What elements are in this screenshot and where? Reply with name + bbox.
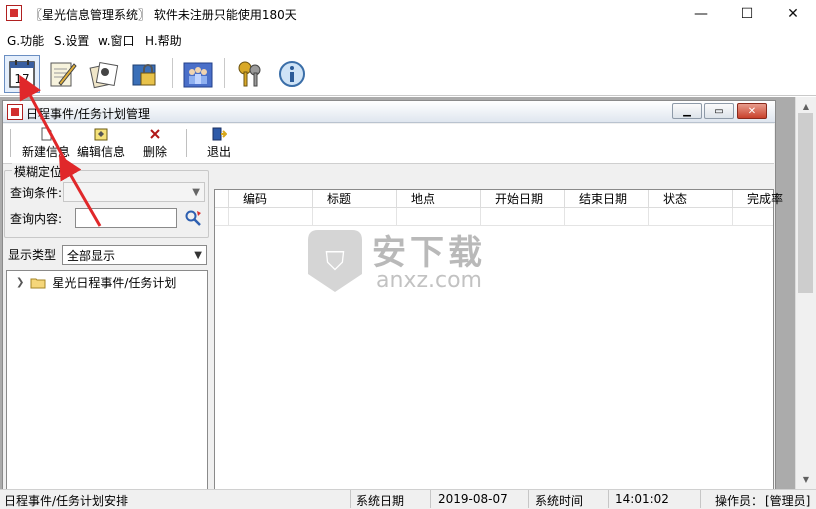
edit-info-label: 编辑信息	[76, 145, 125, 159]
new-document-icon	[41, 127, 52, 141]
cards-icon	[89, 62, 119, 89]
status-separator	[700, 490, 701, 508]
notes-button[interactable]	[44, 55, 80, 93]
info-globe-icon	[279, 61, 305, 87]
chevron-down-icon: ▼	[802, 474, 810, 484]
folder-icon	[30, 278, 46, 288]
password-button[interactable]	[232, 55, 268, 93]
grid-header: 编码 标题 地点 开始日期 结束日期 状态 完成率	[215, 190, 783, 208]
condition-label: 查询条件:	[10, 186, 63, 200]
display-type-label: 显示类型	[8, 248, 57, 262]
keys-icon	[238, 61, 261, 87]
delete-x-icon	[150, 129, 160, 139]
window-title: 〖星光信息管理系统〗 软件未注册只能使用180天	[30, 8, 297, 22]
calendar-day: 17	[14, 72, 29, 86]
table-cell[interactable]	[649, 208, 733, 226]
find-button[interactable]	[183, 208, 203, 228]
scroll-thumb[interactable]	[798, 113, 813, 293]
tree-node-root[interactable]: ❯ 星光日程事件/任务计划	[16, 274, 176, 291]
menu-settings[interactable]: S.设置	[54, 32, 89, 49]
chevron-down-icon: ▼	[194, 249, 202, 261]
child-maximize-button[interactable]: ▭	[704, 103, 734, 119]
condition-select[interactable]: ▼	[63, 182, 205, 202]
menu-help[interactable]: H.帮助	[145, 32, 182, 49]
watermark-subtitle: anxz.com	[376, 268, 482, 293]
notepad-pen-icon	[50, 62, 77, 87]
status-time-value: 14:01:02	[615, 492, 669, 506]
search-group-title: 模糊定位	[12, 163, 65, 180]
display-type-value: 全部显示	[67, 248, 116, 263]
table-cell[interactable]	[733, 208, 773, 226]
users-button[interactable]	[180, 55, 216, 93]
content-label: 查询内容:	[10, 212, 63, 226]
toolbar-separator	[224, 58, 225, 88]
exit-door-icon	[212, 127, 227, 141]
menu-window[interactable]: w.窗口	[98, 32, 135, 49]
edit-info-button[interactable]: 编辑信息	[75, 127, 127, 161]
status-operator-value: [管理员]	[765, 494, 811, 508]
column-title[interactable]: 标题	[313, 190, 397, 208]
calendar-button[interactable]: 17	[4, 55, 40, 93]
scroll-down-button[interactable]: ▼	[796, 471, 816, 487]
column-code[interactable]: 编码	[229, 190, 313, 208]
column-start-date[interactable]: 开始日期	[481, 190, 565, 208]
chevron-right-icon[interactable]: ❯	[16, 277, 24, 288]
column-location[interactable]: 地点	[397, 190, 481, 208]
status-module: 日程事件/任务计划安排	[4, 494, 129, 508]
new-info-button[interactable]: 新建信息	[18, 127, 74, 161]
status-separator	[350, 490, 351, 508]
child-minimize-button[interactable]: ▁	[672, 103, 702, 119]
about-button[interactable]	[274, 55, 310, 93]
calendar-icon: 17	[9, 60, 35, 88]
new-info-label: 新建信息	[21, 145, 70, 159]
toolbar-separator	[172, 58, 173, 88]
edit-icon	[94, 128, 108, 141]
table-cell[interactable]	[565, 208, 649, 226]
close-icon: ✕	[747, 105, 757, 117]
delete-button[interactable]: 删除	[138, 127, 172, 161]
lock-folder-icon	[132, 64, 156, 86]
status-date-value: 2019-08-07	[438, 492, 508, 506]
column-end-date[interactable]: 结束日期	[565, 190, 649, 208]
tree-node-label: 星光日程事件/任务计划	[52, 276, 177, 290]
chevron-down-icon: ▼	[192, 186, 200, 198]
minimize-icon: ▁	[683, 105, 691, 117]
security-button[interactable]	[127, 55, 163, 93]
scroll-up-button[interactable]: ▲	[796, 98, 816, 114]
child-app-icon[interactable]	[7, 104, 23, 120]
grid-corner	[215, 190, 229, 208]
minimize-button[interactable]: —	[678, 0, 724, 28]
column-status[interactable]: 状态	[649, 190, 733, 208]
display-type-select[interactable]: 全部显示 ▼	[62, 245, 207, 265]
status-date-label: 系统日期	[356, 494, 405, 508]
toolbar-separator	[186, 129, 187, 157]
content-input[interactable]	[75, 208, 177, 228]
main-toolbar	[0, 50, 816, 96]
close-button[interactable]: ✕	[770, 0, 816, 28]
delete-label: 删除	[142, 145, 167, 159]
contacts-button[interactable]	[86, 55, 122, 93]
watermark-title: 安下载	[372, 233, 486, 273]
menu-function[interactable]: G.功能	[7, 32, 44, 49]
status-time-label: 系统时间	[535, 494, 584, 508]
category-tree[interactable]	[6, 270, 208, 492]
search-icon	[185, 210, 201, 226]
toolbar-grip	[10, 129, 11, 157]
chevron-up-icon: ▲	[802, 101, 810, 111]
maximize-icon: ▭	[714, 105, 724, 117]
watermark-shield-icon: ⛉	[325, 247, 345, 277]
column-completion[interactable]: 完成率	[733, 190, 783, 208]
child-window-title: 日程事件/任务计划管理	[26, 107, 151, 121]
app-icon[interactable]	[6, 5, 22, 21]
users-group-icon	[183, 62, 213, 88]
exit-button[interactable]: 退出	[202, 127, 236, 161]
child-close-button[interactable]: ✕	[737, 103, 767, 119]
status-separator	[430, 490, 431, 508]
exit-label: 退出	[206, 145, 231, 159]
maximize-button[interactable]: ☐	[724, 0, 770, 28]
status-operator-label: 操作员：	[715, 494, 764, 508]
status-separator	[608, 490, 609, 508]
status-separator	[528, 490, 529, 508]
row-indicator	[215, 208, 229, 226]
